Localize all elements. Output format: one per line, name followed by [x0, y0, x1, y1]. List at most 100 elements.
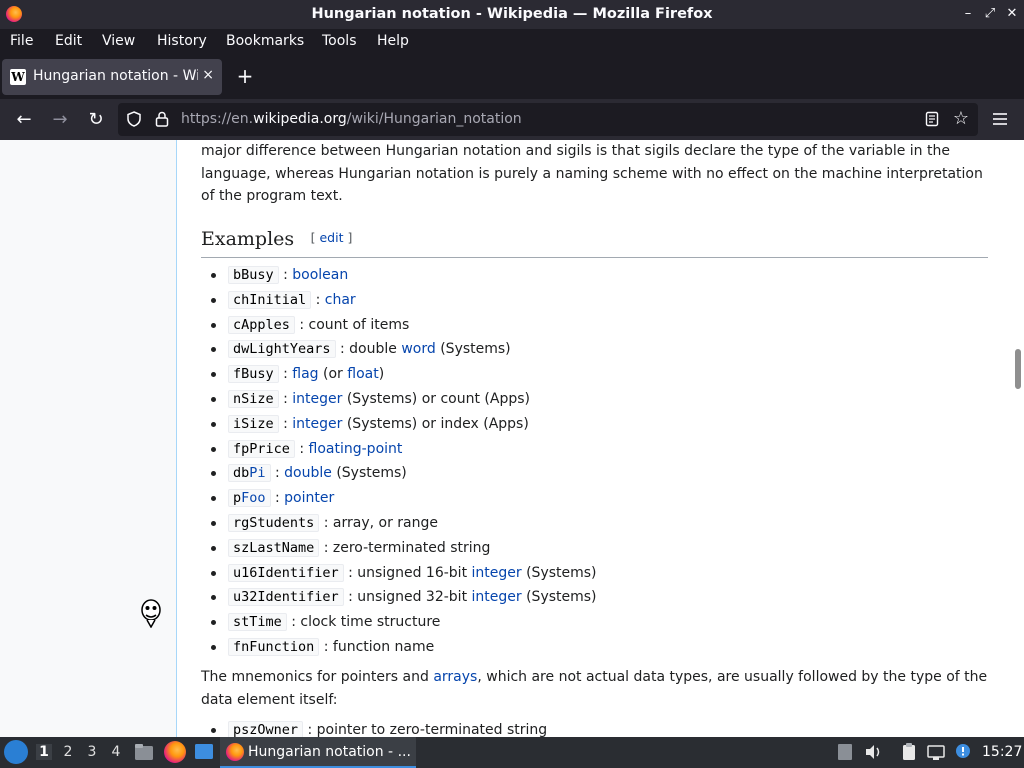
- code-identifier: dbPi: [228, 464, 271, 483]
- code-identifier: pszOwner: [228, 721, 304, 737]
- menu-help[interactable]: Help: [377, 33, 409, 49]
- list-item: stTime : clock time structure: [201, 610, 989, 635]
- network-icon[interactable]: [925, 741, 947, 763]
- notification-icon[interactable]: [952, 741, 974, 763]
- list-item-text: : function name: [319, 638, 435, 655]
- wiki-link[interactable]: integer: [472, 565, 522, 581]
- code-identifier: dwLightYears: [228, 340, 336, 359]
- list-item-text: (Systems): [331, 465, 407, 482]
- list-item-text: :: [278, 415, 293, 432]
- wiki-link[interactable]: floating-point: [309, 441, 403, 457]
- code-identifier: chInitial: [228, 290, 312, 309]
- list-item-text: : zero-terminated string: [319, 539, 491, 556]
- file-manager-icon[interactable]: [133, 741, 155, 763]
- forward-button[interactable]: →: [48, 108, 72, 132]
- wiki-link[interactable]: char: [325, 292, 356, 308]
- lock-icon[interactable]: [155, 111, 169, 127]
- menu-view[interactable]: View: [102, 33, 135, 49]
- edit-link[interactable]: edit: [319, 230, 343, 245]
- list-item-text: : double: [335, 341, 402, 358]
- edit-bracket-close: ]: [343, 230, 353, 245]
- firefox-launcher-icon[interactable]: [164, 741, 186, 763]
- wiki-link[interactable]: integer: [292, 391, 342, 407]
- arrays-link[interactable]: arrays: [433, 669, 477, 685]
- wiki-link[interactable]: float: [347, 366, 378, 382]
- mouse-cursor-icon: [141, 599, 161, 628]
- vertical-scrollbar[interactable]: [1012, 140, 1024, 737]
- close-window-button[interactable]: ✕: [1003, 5, 1021, 23]
- workspace-1[interactable]: 1: [36, 744, 52, 760]
- list-item: fnFunction : function name: [201, 635, 989, 660]
- clock: 15:27: [982, 744, 1023, 760]
- desktop-icon[interactable]: [193, 741, 215, 763]
- url-path: /wiki/Hungarian_notation: [346, 111, 522, 127]
- code-identifier: nSize: [228, 389, 279, 408]
- code-identifier: u16Identifier: [228, 563, 344, 582]
- reader-view-icon[interactable]: [924, 111, 940, 127]
- maximize-button[interactable]: ⤢: [981, 5, 999, 23]
- new-tab-button[interactable]: +: [234, 65, 256, 87]
- list-item: iSize : integer (Systems) or index (Apps…: [201, 412, 989, 437]
- url-bar[interactable]: https://en.wikipedia.org/wiki/Hungarian_…: [118, 103, 978, 136]
- menu-history[interactable]: History: [157, 33, 207, 49]
- page-content: major difference between Hungarian notat…: [0, 140, 1024, 737]
- workspace-3[interactable]: 3: [84, 744, 100, 760]
- navigation-bar: ← → ↻ https://en.wikipedia.org/wiki/Hung…: [0, 99, 1024, 140]
- hamburger-menu-icon[interactable]: [990, 110, 1010, 128]
- list-item-text: :: [278, 366, 293, 383]
- code-identifier: fpPrice: [228, 439, 295, 458]
- list-item-text: :: [278, 390, 293, 407]
- list-item: nSize : integer (Systems) or count (Apps…: [201, 387, 989, 412]
- scrollbar-thumb[interactable]: [1015, 349, 1021, 389]
- section-heading: Examples [ edit ]: [201, 228, 988, 258]
- examples-list: bBusy : boolean chInitial : char cApples :…: [201, 263, 989, 660]
- tray-app-icon[interactable]: [834, 741, 856, 763]
- list-item: u16Identifier : unsigned 16-bit integer …: [201, 561, 989, 586]
- code-link[interactable]: Foo: [241, 490, 265, 506]
- wiki-link[interactable]: double: [284, 465, 332, 481]
- list-item-text: (Systems): [521, 564, 597, 581]
- wiki-link[interactable]: integer: [472, 589, 522, 605]
- code-link[interactable]: Pi: [249, 465, 265, 481]
- url-text[interactable]: https://en.wikipedia.org/wiki/Hungarian_…: [181, 111, 522, 127]
- list-item-text: : count of items: [294, 316, 410, 333]
- reload-button[interactable]: ↻: [84, 108, 108, 132]
- start-menu-icon[interactable]: [4, 740, 28, 764]
- code-text: db: [233, 465, 250, 482]
- list-item-text: :: [270, 490, 285, 507]
- list-item: pszOwner : pointer to zero-terminated st…: [201, 718, 989, 737]
- list-item-text: :: [278, 267, 293, 283]
- back-button[interactable]: ←: [12, 108, 36, 132]
- window-title: Hungarian notation - Wikipedia — Mozilla…: [311, 6, 713, 22]
- tab-hungarian-notation[interactable]: W Hungarian notation - Wik ×: [2, 59, 222, 95]
- volume-icon[interactable]: [862, 741, 884, 763]
- menu-bookmarks[interactable]: Bookmarks: [226, 33, 304, 49]
- wiki-link[interactable]: pointer: [284, 490, 334, 506]
- content-border: [176, 140, 177, 737]
- workspace-4[interactable]: 4: [108, 744, 124, 760]
- intro-paragraph: major difference between Hungarian notat…: [201, 143, 983, 204]
- code-identifier: rgStudents: [228, 513, 320, 532]
- section-edit: [ edit ]: [311, 230, 353, 245]
- code-identifier: bBusy: [228, 266, 279, 284]
- bookmark-star-icon[interactable]: ☆: [953, 109, 969, 129]
- tab-close-button[interactable]: ×: [202, 67, 214, 83]
- clipboard-icon[interactable]: [898, 741, 920, 763]
- list-item: dbPi : double (Systems): [201, 461, 989, 486]
- wiki-link[interactable]: boolean: [292, 267, 348, 283]
- code-identifier: u32Identifier: [228, 588, 344, 607]
- wiki-link[interactable]: integer: [292, 416, 342, 432]
- taskbar-firefox-window[interactable]: Hungarian notation - ...: [220, 737, 416, 768]
- wiki-link[interactable]: word: [401, 341, 435, 357]
- workspace-2[interactable]: 2: [60, 744, 76, 760]
- menu-file[interactable]: File: [10, 33, 33, 49]
- menu-tools[interactable]: Tools: [322, 33, 357, 49]
- wiki-link[interactable]: flag: [292, 366, 318, 382]
- minimize-button[interactable]: –: [959, 5, 977, 23]
- code-identifier: fBusy: [228, 365, 279, 384]
- shield-icon[interactable]: [126, 111, 142, 127]
- menu-edit[interactable]: Edit: [55, 33, 82, 49]
- list-item: u32Identifier : unsigned 32-bit integer …: [201, 585, 989, 610]
- list-item-text: :: [311, 291, 325, 308]
- wikipedia-favicon-icon: W: [10, 69, 26, 85]
